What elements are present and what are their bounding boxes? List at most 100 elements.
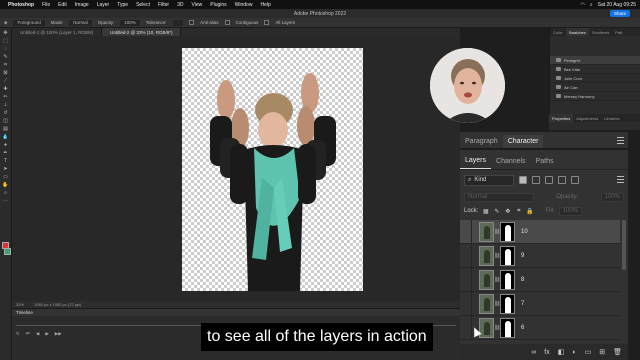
first-frame-icon[interactable]: ⏮: [26, 331, 30, 337]
menu-edit[interactable]: Edit: [58, 2, 67, 8]
tab-untitled-1[interactable]: Untitled-1 @ 100% (Layer 1, RGB/8): [12, 28, 103, 36]
menu-view[interactable]: View: [192, 2, 203, 8]
shape-filter-icon[interactable]: [558, 176, 566, 184]
new-layer-icon[interactable]: ⊞: [599, 348, 605, 356]
fx-icon[interactable]: fx: [544, 349, 549, 356]
eyedropper-tool-icon[interactable]: ⟋: [2, 78, 10, 84]
all-layers-checkbox[interactable]: [264, 20, 270, 25]
lock-all-icon[interactable]: 🔒: [526, 208, 533, 215]
menu-type[interactable]: Type: [117, 2, 128, 8]
panel-menu-icon[interactable]: [617, 137, 624, 146]
share-button[interactable]: Share: [609, 10, 630, 17]
visibility-toggle[interactable]: [460, 267, 472, 292]
lock-artboard-icon[interactable]: ⌗: [515, 208, 522, 215]
pixel-filter-icon[interactable]: [519, 176, 527, 184]
search-icon[interactable]: ⌕: [590, 2, 593, 8]
antialias-checkbox[interactable]: [189, 20, 195, 25]
type-tool-icon[interactable]: T: [2, 158, 10, 164]
swatch-group[interactable]: Bee Kids: [550, 65, 640, 74]
tab-channels[interactable]: Channels: [491, 158, 531, 169]
foreground-color-swatch[interactable]: [2, 242, 9, 249]
menu-window[interactable]: Window: [235, 2, 253, 8]
menu-help[interactable]: Help: [260, 2, 270, 8]
smart-object-filter-icon[interactable]: [571, 176, 579, 184]
dodge-tool-icon[interactable]: ●: [2, 142, 10, 148]
tolerance-input[interactable]: [172, 19, 184, 26]
adjustment-layer-icon[interactable]: ◐: [572, 349, 576, 356]
trash-icon[interactable]: 🗑: [613, 348, 622, 356]
tab-gradients[interactable]: Gradients: [589, 28, 612, 36]
lock-position-icon[interactable]: ✥: [504, 208, 511, 215]
layer-mask-thumbnail[interactable]: [500, 245, 515, 266]
tab-untitled-2[interactable]: Untitled-2 @ 33% (10, RGB/8*): [102, 28, 182, 36]
layer-mask-thumbnail[interactable]: [500, 221, 515, 242]
tab-libraries[interactable]: Libraries: [601, 114, 622, 122]
tab-color[interactable]: Color: [550, 28, 566, 36]
layer-row[interactable]: ⛓ 9: [460, 243, 620, 268]
healing-tool-icon[interactable]: ✚: [2, 86, 10, 92]
blend-mode-select[interactable]: Normal: [464, 192, 534, 202]
layer-row[interactable]: ⛓ 7: [460, 291, 620, 316]
layer-mask-thumbnail[interactable]: [500, 269, 515, 290]
lock-transparency-icon[interactable]: ▦: [482, 208, 489, 215]
layer-row[interactable]: ⛓ 10: [460, 219, 620, 244]
menu-3d[interactable]: 3D: [177, 2, 183, 8]
menu-select[interactable]: Select: [136, 2, 150, 8]
tab-swatches[interactable]: Swatches: [565, 28, 589, 36]
history-brush-tool-icon[interactable]: ↺: [2, 110, 10, 116]
paint-bucket-tool-icon[interactable]: ◈: [4, 20, 7, 26]
contiguous-checkbox[interactable]: [224, 20, 230, 25]
tab-properties[interactable]: Properties: [549, 114, 574, 122]
eraser-tool-icon[interactable]: ◫: [2, 118, 10, 124]
tab-adjustments[interactable]: Adjustments: [573, 114, 601, 122]
more-tools-icon[interactable]: ⋯: [2, 198, 10, 204]
fill-source-select[interactable]: Foreground: [13, 19, 45, 26]
menu-app[interactable]: Photoshop: [8, 2, 34, 8]
menu-file[interactable]: File: [42, 2, 50, 8]
frame-tool-icon[interactable]: ⊠: [2, 70, 10, 76]
quick-select-tool-icon[interactable]: ✎: [2, 54, 10, 60]
marquee-tool-icon[interactable]: ⬚: [2, 38, 10, 44]
hand-tool-icon[interactable]: ✋: [2, 182, 10, 188]
layer-mask-thumbnail[interactable]: [500, 293, 515, 314]
tab-paths[interactable]: Paths: [531, 158, 559, 169]
stamp-tool-icon[interactable]: ⊥: [2, 102, 10, 108]
prev-frame-icon[interactable]: ◀: [36, 331, 39, 337]
crop-tool-icon[interactable]: ⌗: [2, 62, 10, 68]
blur-tool-icon[interactable]: 💧: [2, 134, 10, 140]
opacity-input[interactable]: 100%: [600, 192, 624, 202]
layer-kind-select[interactable]: ⌕ Kind: [464, 174, 514, 186]
swatch-group[interactable]: Air Carr: [550, 83, 640, 92]
add-mask-icon[interactable]: ◧: [558, 348, 565, 356]
menu-plugins[interactable]: Plugins: [210, 2, 226, 8]
loop-icon[interactable]: ↻: [16, 331, 20, 337]
path-select-tool-icon[interactable]: ➤: [2, 166, 10, 172]
layer-mask-thumbnail[interactable]: [500, 317, 515, 338]
zoom-level[interactable]: 33%: [16, 302, 24, 307]
layer-row[interactable]: ⛓ 6: [460, 315, 620, 340]
pen-tool-icon[interactable]: ✒: [2, 150, 10, 156]
document-canvas[interactable]: [182, 48, 363, 291]
background-color-swatch[interactable]: [4, 248, 11, 255]
lasso-tool-icon[interactable]: ◌: [2, 46, 10, 52]
menu-filter[interactable]: Filter: [158, 2, 169, 8]
gradient-tool-icon[interactable]: ▤: [2, 126, 10, 132]
fill-input[interactable]: 100%: [558, 206, 583, 216]
visibility-toggle[interactable]: [460, 315, 472, 340]
mode-select[interactable]: Normal: [69, 19, 92, 26]
type-filter-icon[interactable]: [545, 176, 553, 184]
tab-layers[interactable]: Layers: [460, 157, 492, 169]
layers-scrollbar[interactable]: [622, 220, 626, 270]
tab-paragraph[interactable]: Paragraph: [460, 138, 503, 148]
wifi-icon[interactable]: ◠: [580, 2, 584, 8]
brush-tool-icon[interactable]: ✏: [2, 94, 10, 100]
tab-patterns[interactable]: Patt: [612, 28, 625, 36]
shape-tool-icon[interactable]: ▭: [2, 174, 10, 180]
lock-pixels-icon[interactable]: ✎: [493, 208, 500, 215]
adjustment-filter-icon[interactable]: [532, 176, 540, 184]
clock-text[interactable]: Sat 20 Aug 09:25: [598, 2, 636, 8]
menu-layer[interactable]: Layer: [97, 2, 110, 8]
zoom-tool-icon[interactable]: ⌕: [2, 190, 10, 196]
tab-character[interactable]: Character: [502, 135, 544, 148]
opacity-input[interactable]: 100%: [120, 19, 140, 26]
